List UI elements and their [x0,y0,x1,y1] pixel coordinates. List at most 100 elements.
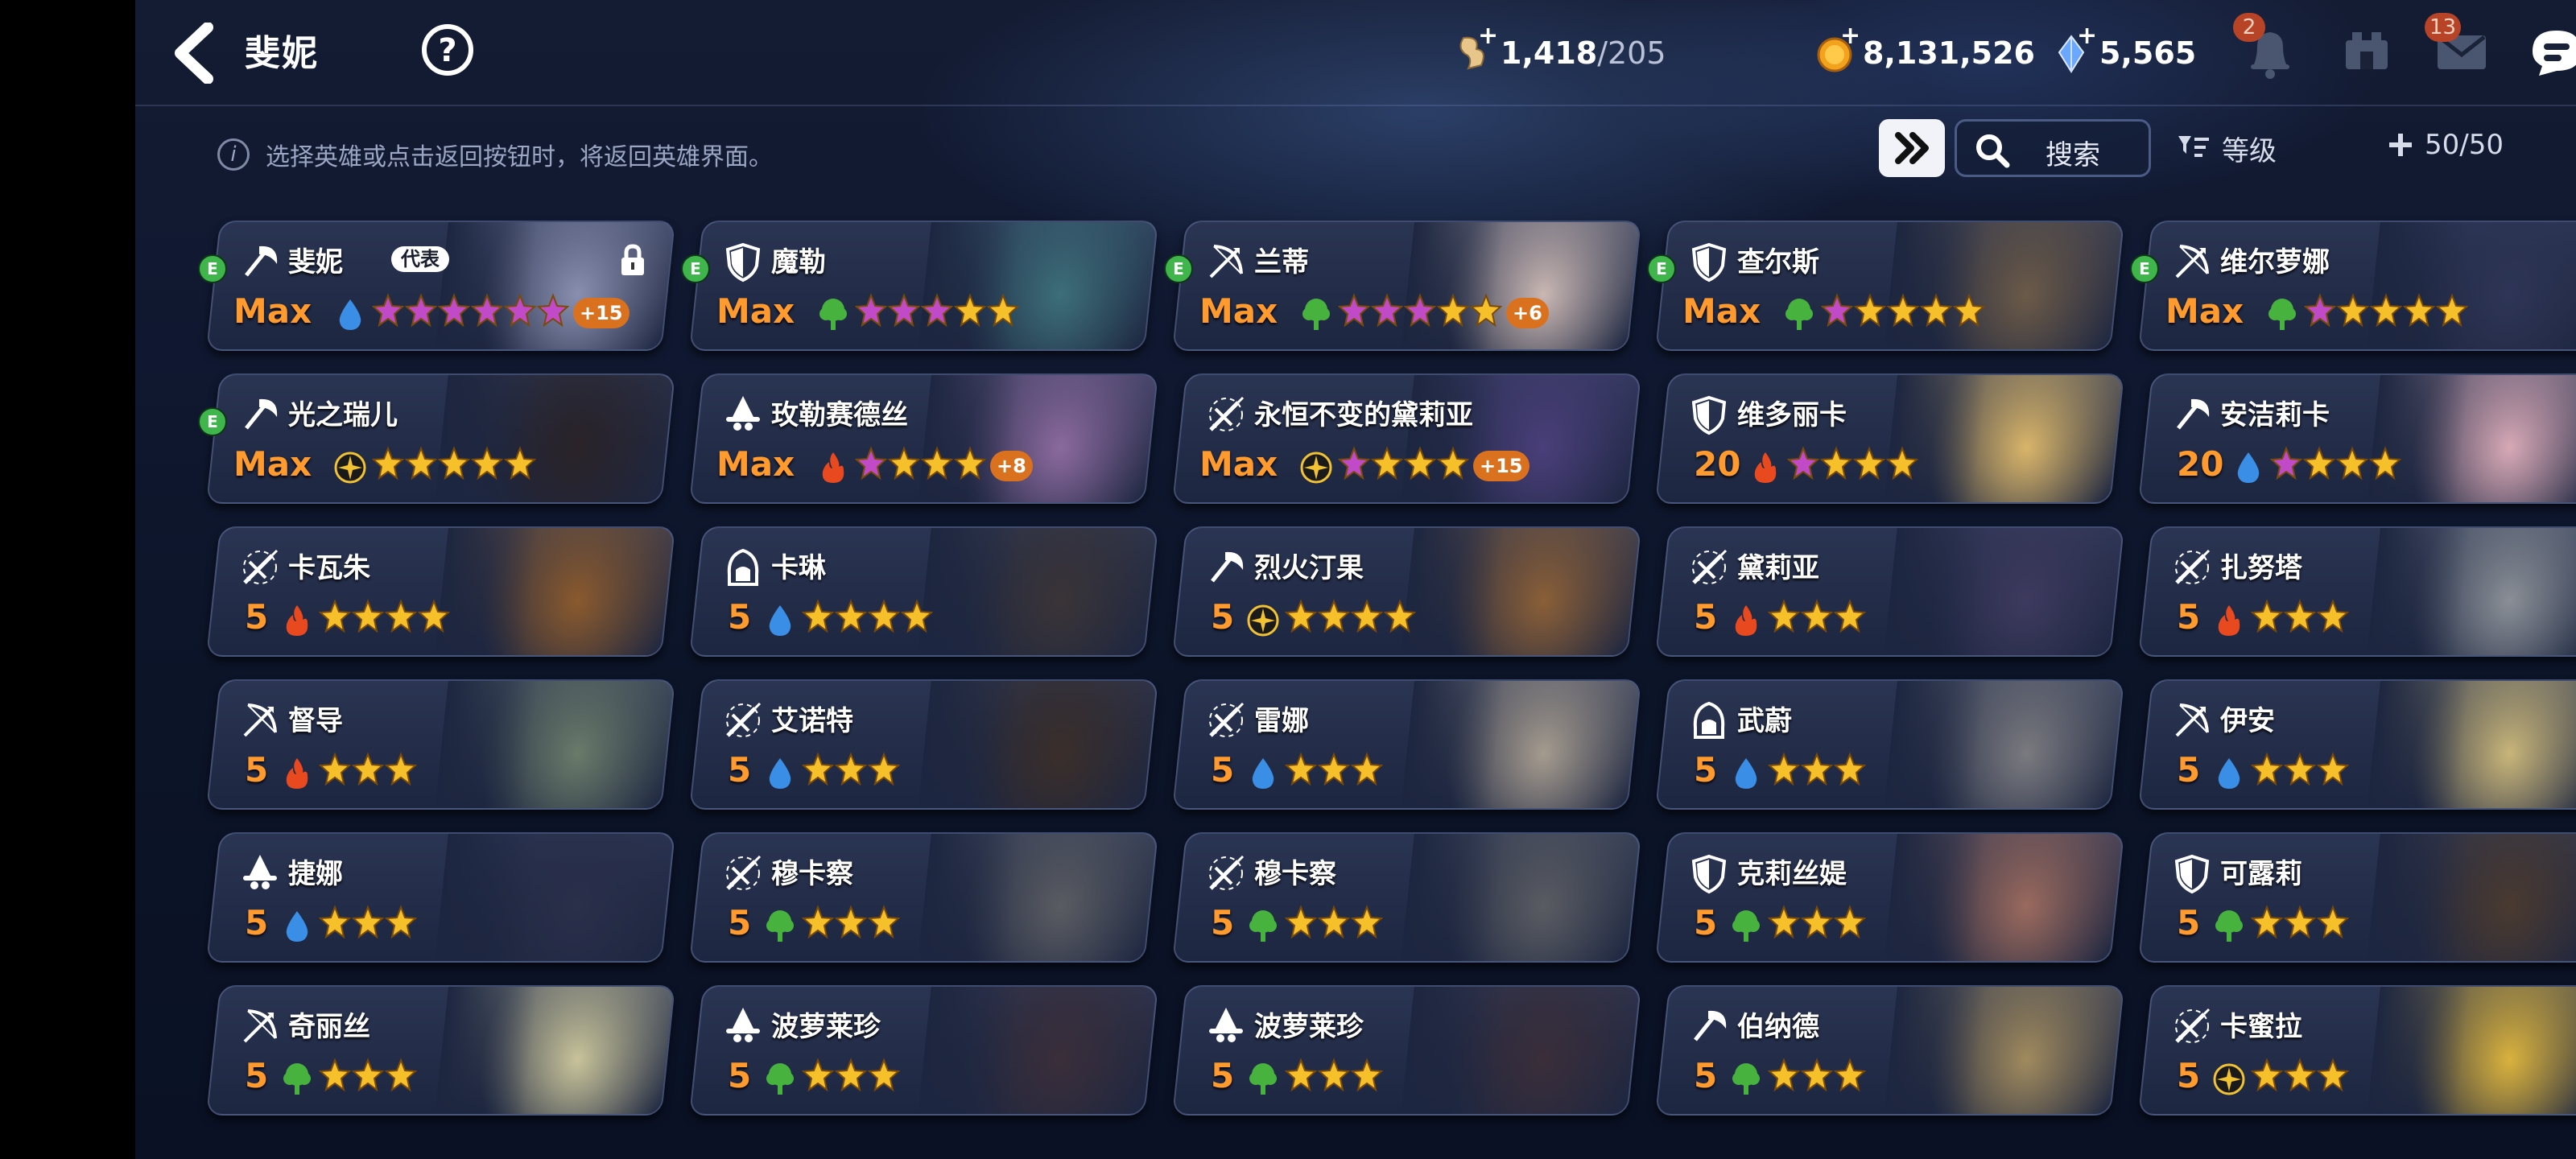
hero-card[interactable]: 督导 5 [206,679,676,810]
mail-badge: 13 [2425,13,2462,42]
hero-card[interactable]: 穆卡察 5 [689,832,1159,963]
hero-card[interactable]: E 维尔萝娜 Max [2130,221,2576,351]
hero-card[interactable]: E 斐妮 代表 Max +15 [198,221,676,351]
fire-element-icon [1729,602,1763,639]
star-rating [1285,1058,1384,1098]
sword-class-icon [1209,855,1245,890]
evolution-badge: E [2130,254,2159,283]
chat-icon[interactable] [2524,19,2576,84]
hero-card[interactable]: 可露莉 5 [2138,832,2576,963]
witch-class-icon [726,396,760,431]
hero-slot-count[interactable]: 50/50 [2386,129,2504,161]
hero-card[interactable]: 武蔚 5 [1655,679,2125,810]
hero-card[interactable]: 扎努塔 5 [2138,526,2576,657]
star-icon [888,293,920,328]
star-icon [1953,293,1985,328]
hero-card[interactable]: 伊安 5 [2138,679,2576,810]
star-icon [1834,752,1866,786]
notification-badge: 2 [2233,13,2265,42]
star-icon [868,905,900,939]
help-icon[interactable]: ? [422,24,473,76]
stamina-counter[interactable]: + 1,418 /205 [1452,22,1666,77]
hero-level: 5 [245,750,269,790]
hero-card[interactable]: 烈火汀果 5 [1172,526,1642,657]
hero-card[interactable]: E 光之瑞儿 Max [198,373,676,504]
star-icon [954,293,986,328]
star-icon [537,293,569,328]
hero-card[interactable]: 永恒不变的黛莉亚 Max +15 [1172,373,1642,504]
hero-card[interactable]: 雷娜 5 [1172,679,1642,810]
hero-card[interactable]: 玫勒赛德丝 Max +8 [689,373,1159,504]
star-icon [802,905,834,939]
hero-level: Max [716,291,795,331]
hero-card[interactable]: 安洁莉卡 20 [2138,373,2576,504]
bow-class-icon [243,1009,277,1043]
hero-card[interactable]: 维多丽卡 20 [1655,373,2125,504]
hero-card[interactable]: 克莉丝媞 5 [1655,832,2125,963]
star-icon [1285,905,1317,939]
hero-portrait [2367,834,2576,961]
hero-level: Max [1199,291,1278,331]
star-icon [1318,752,1350,786]
gold-counter[interactable]: + 8,131,526 [1814,22,2035,77]
star-rating [2251,1058,2350,1098]
hero-portrait [1884,834,2123,961]
hero-level: 5 [1211,903,1235,942]
sort-by-level-button[interactable]: 等级 [2177,129,2277,168]
mail-icon[interactable]: 13 [2425,13,2494,84]
fire-element-icon [280,602,314,639]
hero-portrait [918,834,1157,961]
star-rating [319,752,418,792]
hero-card[interactable]: 奇丽丝 5 [206,985,676,1116]
hero-portrait [435,528,674,655]
star-rating [1821,293,1986,333]
star-icon [921,446,953,481]
star-icon [372,446,404,481]
hero-card[interactable]: E 魔勒 Max [681,221,1159,351]
star-icon [1285,752,1317,786]
hero-card[interactable]: 伯纳德 5 [1655,985,2125,1116]
star-icon [385,1058,417,1092]
hero-card[interactable]: 捷娜 5 [206,832,676,963]
back-arrow-icon[interactable] [166,23,230,84]
star-rating [2251,599,2350,639]
stamina-value: 1,418 [1501,35,1598,71]
crystal-counter[interactable]: + 5,565 [2051,22,2196,77]
notification-bell-icon[interactable]: 2 [2233,13,2302,84]
hero-card[interactable]: 艾诺特 5 [689,679,1159,810]
hero-name: 安洁莉卡 [2220,399,2330,431]
hero-level: 5 [728,1056,752,1095]
hero-card[interactable]: 波萝莱珍 5 [689,985,1159,1116]
hero-name: 穆卡察 [1254,858,1336,890]
star-icon [1853,446,1885,481]
fast-forward-button[interactable] [1879,119,1945,177]
star-icon [802,1058,834,1092]
hero-card[interactable]: 卡蜜拉 5 [2138,985,2576,1116]
shield-class-icon [725,242,761,283]
hero-card[interactable]: 黛莉亚 5 [1655,526,2125,657]
hero-name: 捷娜 [288,858,343,890]
hero-name: 玫勒赛德丝 [771,399,908,431]
hero-card[interactable]: 卡琳 5 [689,526,1159,657]
wood-element-icon [1729,1061,1763,1098]
star-icon [868,1058,900,1092]
lock-icon[interactable] [617,243,649,278]
hero-portrait [918,987,1157,1114]
hero-card[interactable]: 穆卡察 5 [1172,832,1642,963]
hero-level: 5 [245,597,269,637]
star-icon [352,905,384,939]
hero-card[interactable]: E 兰蒂 Max +6 [1164,221,1642,351]
star-icon [1437,446,1469,481]
hero-card[interactable]: 卡瓦朱 5 [206,526,676,657]
guild-icon[interactable] [2334,19,2399,84]
star-icon [1318,1058,1350,1092]
sword-class-icon [2175,549,2211,584]
hero-name: 督导 [288,705,343,737]
hero-card[interactable]: E 查尔斯 Max [1647,221,2125,351]
search-box[interactable]: 搜索 [1955,119,2151,177]
fire-element-icon [2212,602,2246,639]
hero-level: 20 [1694,444,1741,484]
star-icon [385,752,417,786]
hero-name: 武蔚 [1737,705,1792,737]
hero-card[interactable]: 波萝莱珍 5 [1172,985,1642,1116]
